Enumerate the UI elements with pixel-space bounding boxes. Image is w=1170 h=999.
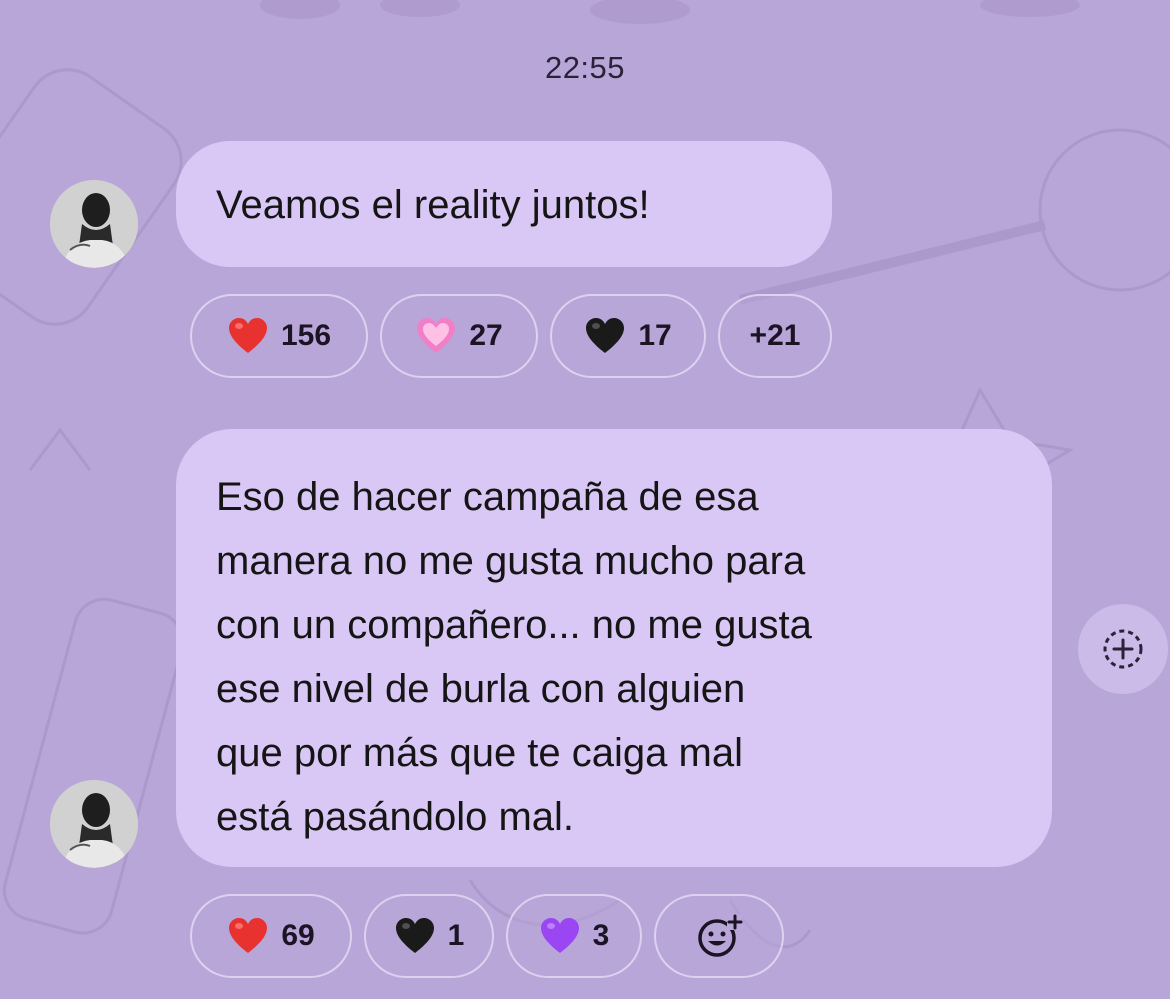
message-text-line: está pasándolo mal. [216,795,575,839]
reaction-black-heart[interactable]: 1 [364,894,494,978]
reaction-purple-heart[interactable]: 3 [506,894,642,978]
reaction-red-heart[interactable]: 156 [190,294,368,378]
smiley-plus-icon [698,914,743,957]
black-heart-icon [395,918,434,953]
message-text-line: que por más que te caiga mal [216,731,743,775]
reaction-count: 1 [447,919,465,952]
message-text-line: con un compañero... no me gusta [216,603,812,647]
message-text-line: Eso de hacer campaña de esa [216,475,759,519]
message-bubble[interactable]: Eso de hacer campaña de esa manera no me… [176,429,1052,867]
profile-photo-icon [50,180,138,268]
red-heart-icon [228,318,267,353]
red-heart-icon [229,918,268,953]
reaction-black-heart[interactable]: 17 [550,294,706,378]
more-reactions-count: +21 [749,319,801,352]
reaction-pink-heart[interactable]: 27 [380,294,538,378]
add-reaction-button[interactable] [654,894,784,978]
add-reaction-button[interactable] [1078,604,1168,694]
reaction-count: 27 [469,319,503,352]
reaction-red-heart[interactable]: 69 [190,894,352,978]
message-text-line: ese nivel de burla con alguien [216,667,746,711]
message-timestamp: 22:55 [544,50,626,85]
pink-heart-icon [417,318,456,353]
more-reactions-button[interactable]: +21 [718,294,832,378]
message-text-line: manera no me gusta mucho para [216,539,806,583]
reaction-count: 3 [592,919,610,952]
black-heart-icon [586,318,625,353]
reaction-count: 17 [638,319,672,352]
sender-avatar[interactable] [50,780,138,868]
profile-photo-icon [50,780,138,868]
message-bubble[interactable]: Veamos el reality juntos! [176,141,832,267]
purple-heart-icon [540,918,579,953]
reaction-count: 69 [281,919,315,952]
reaction-bar: 156 27 17 +21 [190,294,832,378]
reaction-bar: 69 1 3 [190,894,784,978]
add-reaction-circle-icon [1103,629,1143,669]
sender-avatar[interactable] [50,180,138,268]
message-text: Veamos el reality juntos! [216,183,650,227]
reaction-count: 156 [280,319,332,352]
